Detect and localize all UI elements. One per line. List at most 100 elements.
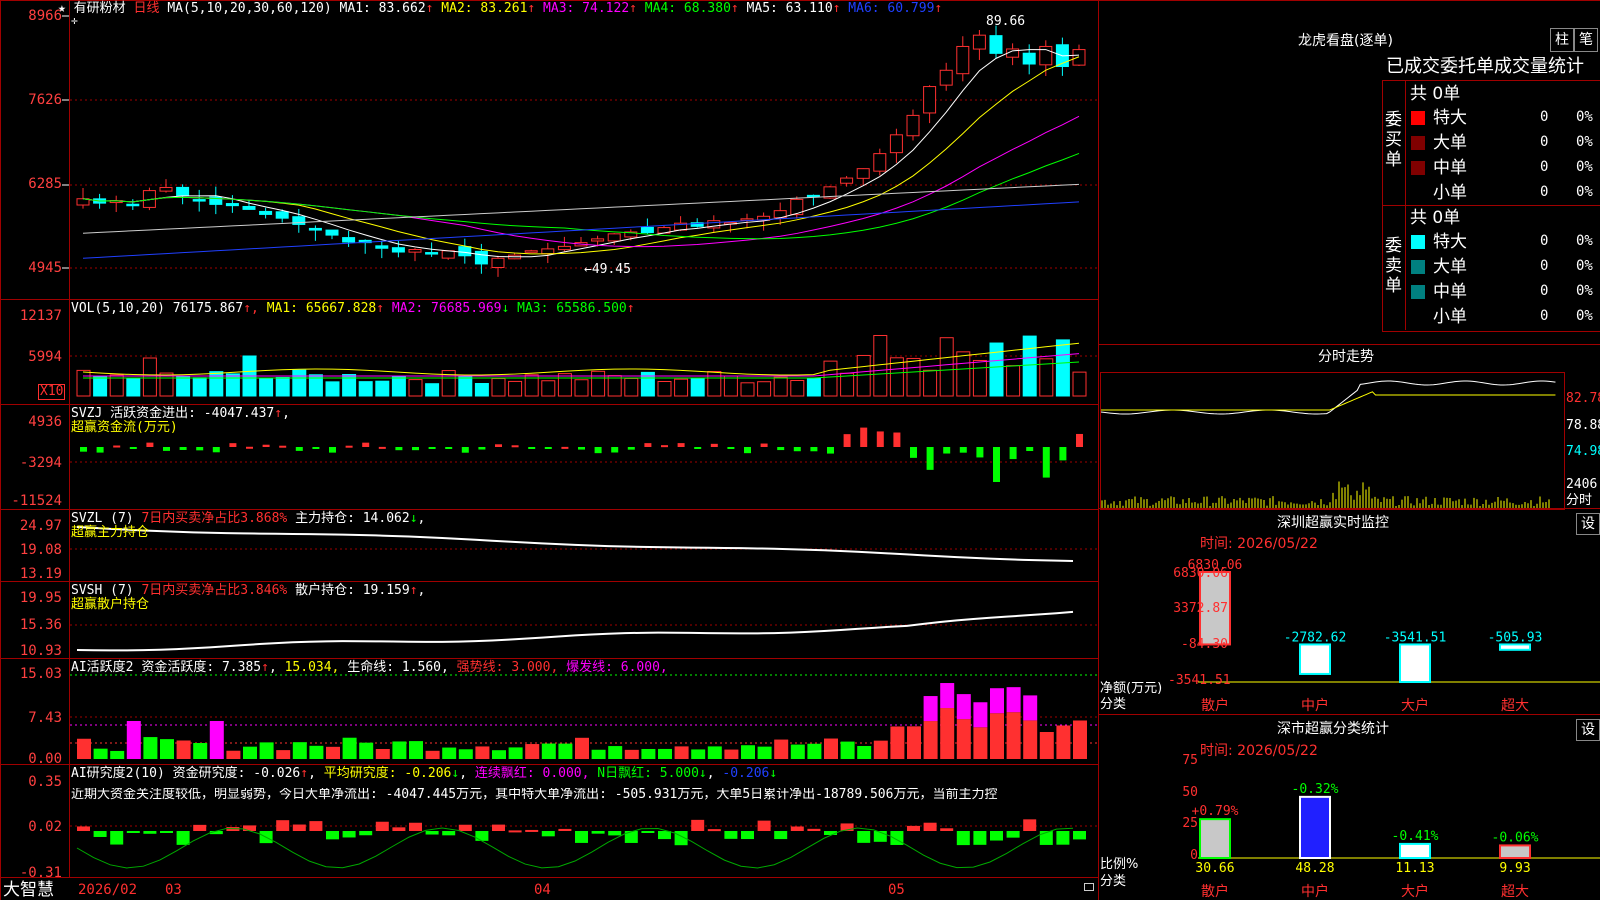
ai1-burst-bar	[973, 702, 988, 728]
lhb-side-divider	[1405, 80, 1406, 330]
lock-icon[interactable]	[1084, 883, 1094, 891]
svzj-bar	[179, 447, 187, 450]
ai1-bar	[641, 748, 656, 759]
crosshair-icon[interactable]: ✛	[71, 14, 78, 28]
svsh-holding: 散户持仓: 19.159	[295, 583, 410, 598]
volume-bar	[707, 370, 722, 397]
sell-row-value: 0	[1540, 233, 1549, 249]
sc-axis-2: 50	[1182, 785, 1198, 800]
sell-row-pct: 0%	[1576, 258, 1593, 274]
ai2-bar	[342, 831, 356, 838]
candle-body	[806, 194, 820, 198]
ma3-text: MA3: 74.122	[543, 1, 630, 16]
volume-bar	[275, 376, 290, 397]
ai2-bar	[326, 831, 339, 840]
ai2-bar	[641, 831, 655, 833]
svzj-bar	[544, 447, 552, 449]
volume-bar	[657, 381, 672, 397]
sc-bar-大户	[1399, 842, 1431, 859]
sc-bar-超大	[1499, 844, 1531, 859]
volume-bar	[806, 377, 821, 397]
sz-axis-3: -84.30	[1181, 637, 1228, 652]
sell-row-value: 0	[1540, 283, 1549, 299]
ai1-bar	[973, 727, 988, 759]
ai2-bar	[1056, 831, 1070, 845]
period-label[interactable]: 日线	[134, 1, 160, 16]
buy-row-swatch	[1411, 161, 1425, 175]
candle-body	[159, 186, 173, 192]
sc-category-label: 大户	[1401, 883, 1429, 900]
bar-view-button[interactable]: 柱	[1550, 28, 1574, 52]
ai2-bar	[176, 831, 190, 845]
ai2-bar	[243, 825, 256, 831]
volume-bar	[740, 382, 755, 397]
volume-bar	[541, 380, 556, 397]
volume-bar	[624, 377, 639, 397]
lhb-tabs[interactable]: 已成交委托单成交量统计	[1386, 56, 1584, 78]
svzj-bar	[279, 445, 287, 448]
volume-bar	[76, 369, 91, 397]
sc-bar-value: 9.93	[1499, 861, 1530, 876]
ma1-text: MA1: 83.662	[339, 1, 426, 16]
volume-bar	[292, 369, 307, 397]
ai1-bar	[608, 746, 623, 759]
ai2-bar	[558, 828, 572, 831]
candle-body	[425, 252, 439, 255]
ma6-text: MA6: 60.799	[848, 1, 935, 16]
candle-body	[474, 250, 488, 265]
candle-body	[640, 226, 654, 234]
sz-settings-button[interactable]: 设	[1576, 513, 1600, 535]
candle-body	[524, 250, 538, 253]
ai2-bar	[409, 822, 422, 831]
tick-view-button[interactable]: 笔	[1574, 28, 1598, 52]
ai2-bar	[691, 819, 705, 831]
buy-row-swatch	[1411, 186, 1425, 200]
ai2-bar	[608, 831, 622, 836]
brand-logo[interactable]: 大智慧	[3, 880, 54, 900]
svzj-bar	[362, 442, 370, 447]
sell-row-name: 中单	[1433, 282, 1467, 302]
svzj-bar	[196, 447, 204, 451]
price-axis-max: 8966	[28, 8, 62, 24]
sc-settings-button[interactable]: 设	[1576, 719, 1600, 741]
svzj-bar	[246, 446, 253, 449]
ai1-bar	[1039, 731, 1054, 759]
volume-bar	[425, 383, 440, 397]
ai1-bar	[276, 750, 291, 759]
volume-bar	[176, 376, 191, 397]
ai1-bar	[807, 743, 822, 759]
ai2-bar	[990, 831, 1003, 841]
svzj-bar	[677, 443, 685, 447]
ai2-avg-arrow: ↓	[451, 766, 460, 781]
volume-bar	[458, 376, 473, 397]
svzj-bar	[511, 445, 519, 448]
ai1-bar	[990, 713, 1004, 759]
svzj-desc: 活跃资金进出: -4047.437	[110, 406, 275, 421]
sc-bar-中户	[1299, 795, 1331, 860]
sc-category-label: 散户	[1201, 883, 1229, 900]
ai1-axis-max: 15.03	[19, 666, 62, 682]
sz-category-label: 超大	[1501, 698, 1529, 714]
ai2-bar	[907, 825, 920, 831]
svsh-axis-mid: 15.36	[19, 617, 62, 633]
sz-axis-2: 3372.87	[1173, 601, 1228, 616]
ai1-bar	[724, 749, 739, 759]
ma3-value: MA3: 74.122↑	[543, 1, 637, 16]
buy-row-pct: 0%	[1576, 184, 1593, 200]
ai1-lifeline: 生命线: 1.560,	[347, 660, 449, 675]
ai2-bar	[392, 827, 406, 831]
candle-body	[889, 134, 903, 154]
ai2-comment: 近期大资金关注度较低，明显弱势，今日大单净流出: -4047.445万元，其中特…	[71, 788, 998, 802]
svzj-axis-mid: -3294	[19, 455, 62, 471]
ai1-bar	[193, 743, 208, 759]
volume-bar	[325, 381, 340, 397]
vol-ma1: MA1: 65667.828↑	[267, 301, 384, 316]
svzj-bar	[96, 447, 104, 453]
sc-axis-3: 25	[1182, 816, 1198, 831]
svsh-axis-max: 19.95	[19, 590, 62, 606]
ai1-bar	[442, 747, 457, 759]
ai1-bar	[77, 738, 91, 759]
ai1-bar	[741, 745, 755, 759]
ai2-bar	[458, 824, 472, 831]
ai2-bar	[359, 831, 373, 836]
